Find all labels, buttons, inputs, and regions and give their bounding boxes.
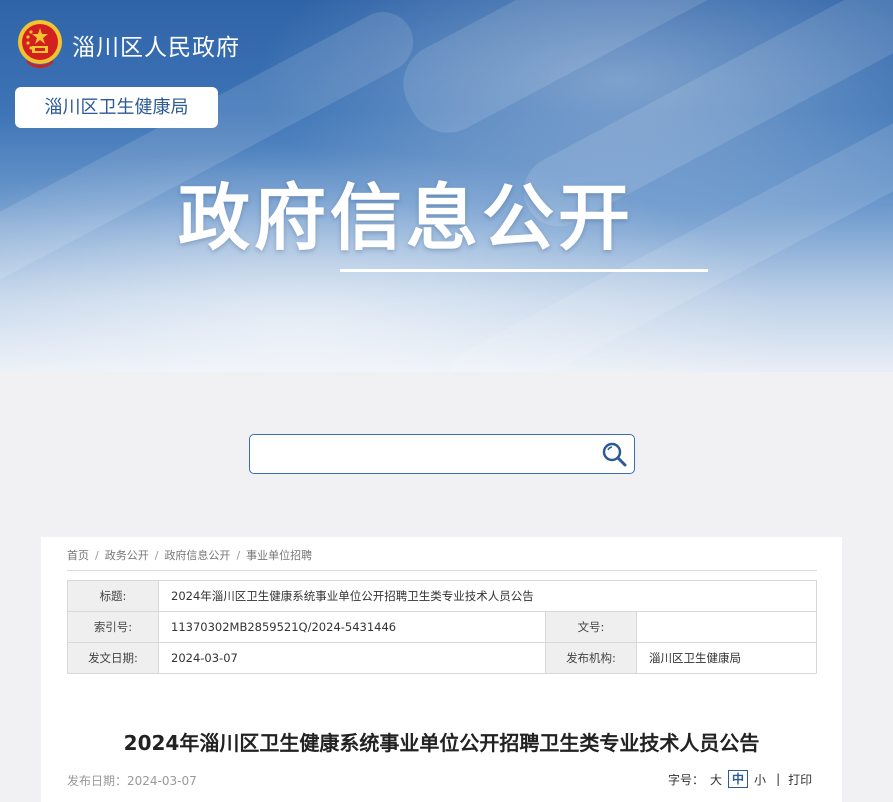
print-button[interactable]: 打印	[788, 771, 812, 788]
table-row: 发文日期: 2024-03-07 发布机构: 淄川区卫生健康局	[67, 642, 817, 674]
breadcrumb: 首页 / 政务公开 / 政府信息公开 / 事业单位招聘	[67, 547, 312, 563]
hero-title: 政府信息公开	[178, 176, 635, 260]
department-link[interactable]: 淄川区卫生健康局	[15, 87, 218, 128]
table-row: 标题: 2024年淄川区卫生健康系统事业单位公开招聘卫生类专业技术人员公告	[67, 580, 817, 612]
font-size-label: 字号：	[668, 772, 705, 787]
search-input[interactable]	[250, 435, 590, 473]
index-label: 索引号:	[67, 611, 159, 643]
site-name[interactable]: 淄川区人民政府	[72, 28, 240, 62]
breadcrumb-gov-affairs[interactable]: 政务公开	[105, 549, 149, 562]
divider: |	[776, 772, 781, 786]
article-container: 首页 / 政务公开 / 政府信息公开 / 事业单位招聘 标题: 2024年淄川区卫生健康系统…	[41, 537, 842, 802]
metadata-table: 标题: 2024年淄川区卫生健康系统事业单位公开招聘卫生类专业技术人员公告 索引…	[67, 580, 817, 674]
index-value: 11370302MB2859521Q/2024-5431446	[158, 611, 546, 643]
title-label: 标题:	[67, 580, 159, 612]
hero-underline	[340, 269, 708, 272]
font-size-medium-button[interactable]: 中	[728, 770, 749, 788]
docno-value	[636, 611, 817, 643]
publish-date: 发布日期：2024-03-07	[67, 774, 197, 788]
breadcrumb-home[interactable]: 首页	[67, 549, 89, 562]
search-bar[interactable]	[249, 434, 635, 474]
org-label: 发布机构:	[545, 642, 637, 674]
font-size-control: 字号： 大 中 小 | 打印	[668, 770, 812, 788]
date-value: 2024-03-07	[158, 642, 546, 674]
breadcrumb-divider	[67, 570, 817, 571]
breadcrumb-separator: /	[236, 549, 241, 562]
table-row: 索引号: 11370302MB2859521Q/2024-5431446 文号:	[67, 611, 817, 643]
org-value: 淄川区卫生健康局	[636, 642, 817, 674]
breadcrumb-separator: /	[154, 549, 159, 562]
breadcrumb-separator: /	[95, 549, 99, 562]
font-size-large-button[interactable]: 大	[710, 771, 722, 788]
docno-label: 文号:	[545, 611, 637, 643]
date-label: 发文日期:	[67, 642, 159, 674]
font-size-small-button[interactable]: 小	[754, 771, 766, 788]
article-title: 2024年淄川区卫生健康系统事业单位公开招聘卫生类专业技术人员公告	[123, 731, 760, 755]
national-emblem-icon[interactable]	[16, 18, 64, 70]
header-banner: 淄川区人民政府 淄川区卫生健康局 政府信息公开	[0, 0, 893, 372]
search-icon[interactable]	[600, 440, 628, 468]
breadcrumb-recruitment[interactable]: 事业单位招聘	[246, 549, 312, 562]
breadcrumb-info-disclosure[interactable]: 政府信息公开	[164, 549, 230, 562]
title-value: 2024年淄川区卫生健康系统事业单位公开招聘卫生类专业技术人员公告	[158, 580, 817, 612]
